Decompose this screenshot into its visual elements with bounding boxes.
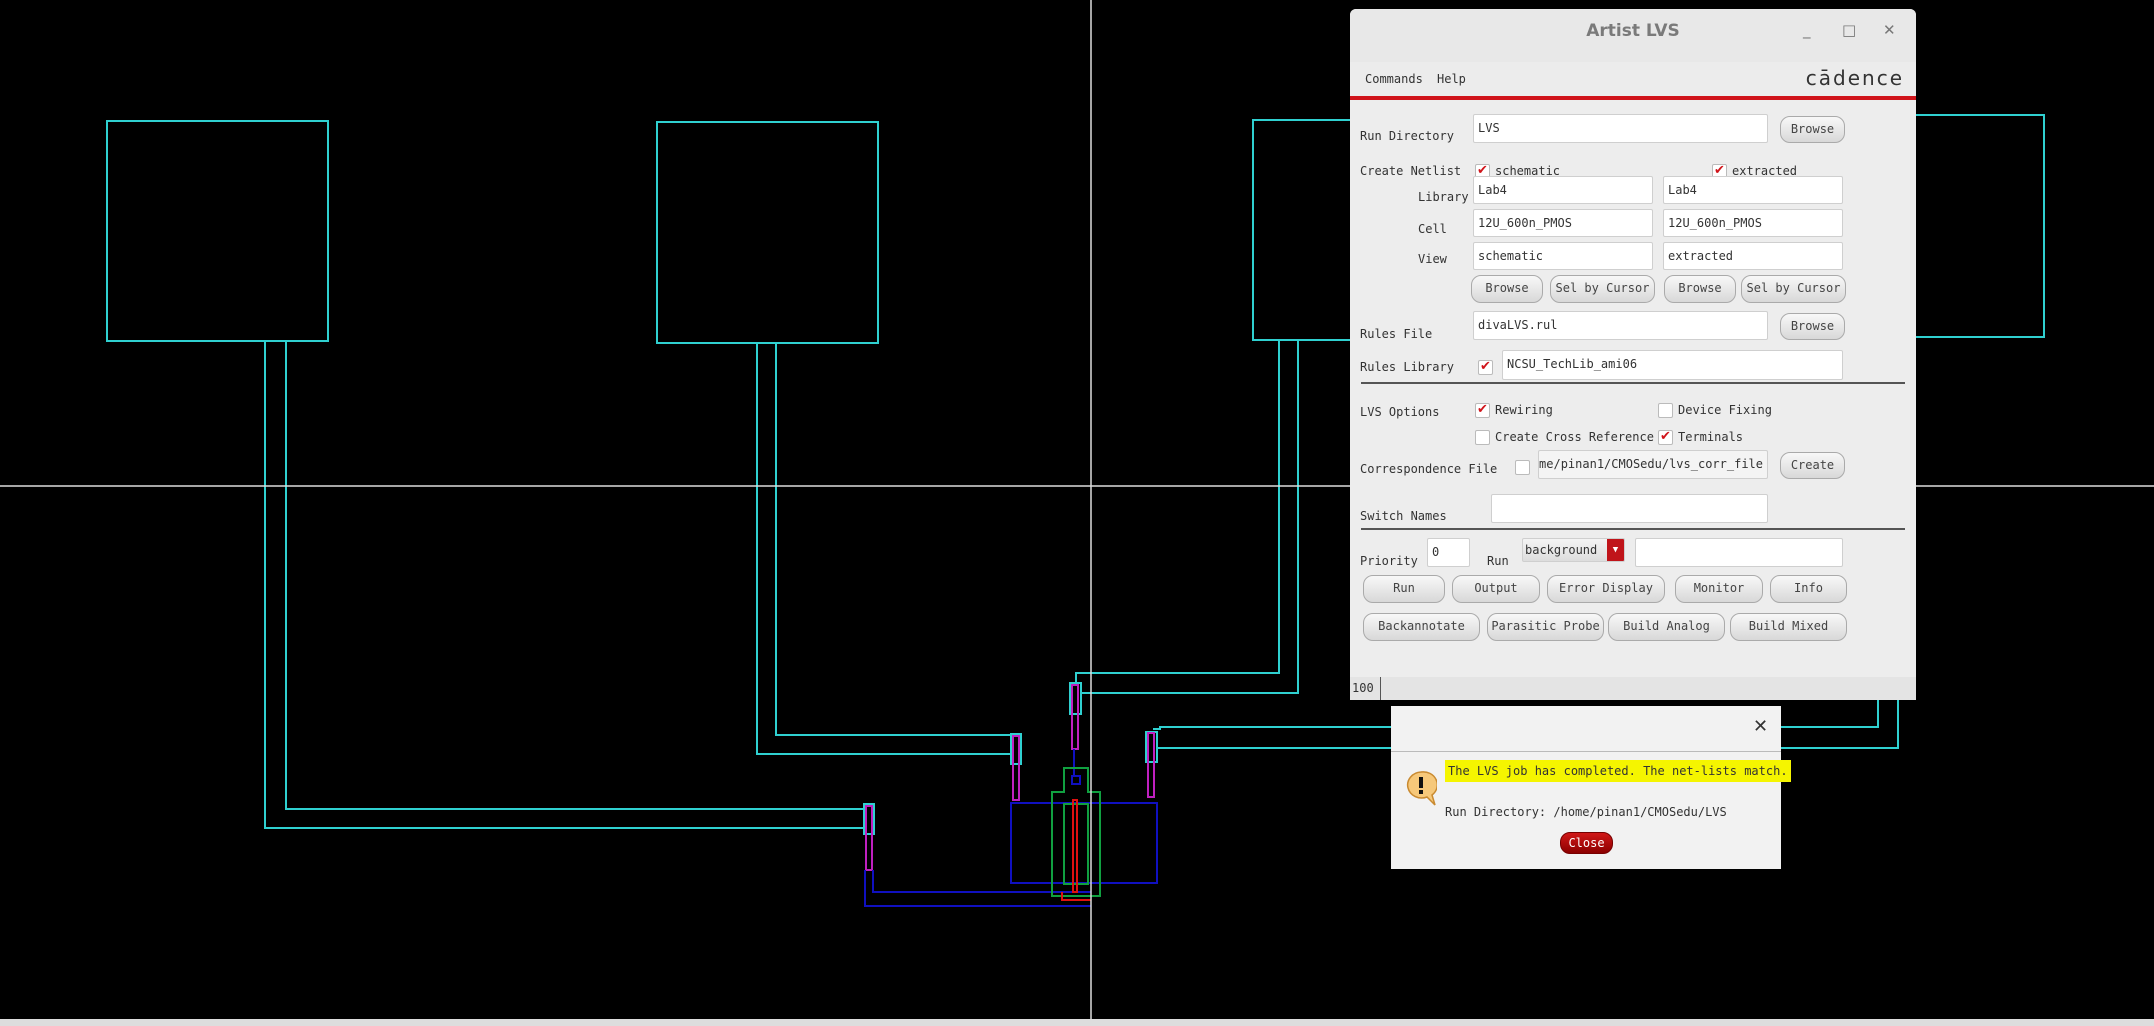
menu-commands[interactable]: Commands xyxy=(1365,72,1423,86)
lvs-complete-popup: ✕ The LVS job has completed. The net-lis… xyxy=(1391,706,1791,869)
run-directory-label: Run Directory xyxy=(1360,129,1454,143)
run-directory-browse-button[interactable]: Browse xyxy=(1780,116,1845,143)
status-value: 100 xyxy=(1352,681,1374,695)
run-directory-input[interactable]: LVS xyxy=(1473,114,1768,143)
cell-label: Cell xyxy=(1418,222,1447,236)
close-icon[interactable]: ✕ xyxy=(1883,21,1896,39)
extracted-view-input[interactable]: extracted xyxy=(1663,242,1843,270)
popup-message: The LVS job has completed. The net-lists… xyxy=(1445,760,1791,782)
run-mode-label: Run xyxy=(1487,554,1509,568)
correspondence-file-label: Correspondence File xyxy=(1360,462,1498,476)
wire xyxy=(775,343,1011,736)
run-mode-value: background xyxy=(1525,543,1598,557)
priority-label: Priority xyxy=(1360,554,1418,568)
maximize-icon[interactable]: □ xyxy=(1842,21,1856,39)
cross-reference-checkbox[interactable] xyxy=(1475,430,1490,445)
device-fixing-label: Device Fixing xyxy=(1678,403,1772,417)
wire xyxy=(1081,340,1299,694)
rewiring-label: Rewiring xyxy=(1495,403,1553,417)
backannotate-button[interactable]: Backannotate xyxy=(1363,613,1480,641)
correspondence-file-input[interactable]: home/pinan1/CMOSedu/lvs_corr_file xyxy=(1538,450,1768,479)
priority-input[interactable]: 0 xyxy=(1427,538,1470,567)
popup-run-directory: Run Directory: /home/pinan1/CMOSedu/LVS xyxy=(1445,805,1727,819)
rules-library-label: Rules Library xyxy=(1360,360,1454,374)
menu-bar: Commands Help cādence xyxy=(1350,62,1916,100)
rules-file-browse-button[interactable]: Browse xyxy=(1780,313,1845,340)
extracted-browse-button[interactable]: Browse xyxy=(1664,275,1736,303)
cadence-logo: cādence xyxy=(1805,66,1904,90)
terminals-checkbox[interactable]: ✔ xyxy=(1658,430,1673,445)
wire xyxy=(1075,340,1280,683)
extracted-cell-input[interactable]: 12U_600n_PMOS xyxy=(1663,209,1843,237)
divider xyxy=(1361,528,1905,530)
status-bar: 100 xyxy=(1350,677,1916,700)
bond-pad-2[interactable] xyxy=(656,121,879,344)
rules-library-checkbox[interactable]: ✔ xyxy=(1478,360,1493,375)
output-button[interactable]: Output xyxy=(1452,575,1540,603)
warning-icon xyxy=(1406,771,1437,806)
switch-names-label: Switch Names xyxy=(1360,509,1447,523)
rules-library-input[interactable]: NCSU_TechLib_ami06 xyxy=(1502,350,1843,380)
divider xyxy=(1391,751,1781,752)
menu-help[interactable]: Help xyxy=(1437,72,1466,86)
wire xyxy=(756,343,1011,755)
run-extra-input[interactable] xyxy=(1635,538,1843,567)
device-fixing-checkbox[interactable] xyxy=(1658,403,1673,418)
switch-names-input[interactable] xyxy=(1491,494,1768,523)
status-divider xyxy=(1380,677,1381,700)
create-netlist-label: Create Netlist xyxy=(1360,164,1462,178)
run-button[interactable]: Run xyxy=(1363,575,1445,603)
error-display-button[interactable]: Error Display xyxy=(1547,575,1665,603)
close-button[interactable]: Close xyxy=(1560,832,1613,854)
schematic-library-input[interactable]: Lab4 xyxy=(1473,176,1653,204)
window-title: Artist LVS xyxy=(1350,9,1916,63)
terminals-label: Terminals xyxy=(1678,430,1744,444)
parasitic-probe-button[interactable]: Parasitic Probe xyxy=(1487,613,1604,641)
chevron-down-icon[interactable]: ▼ xyxy=(1607,539,1624,561)
artist-lvs-dialog: Artist LVS _ □ ✕ Commands Help cādence R… xyxy=(1350,9,1916,700)
extracted-sel-by-cursor-button[interactable]: Sel by Cursor xyxy=(1741,275,1846,303)
build-mixed-button[interactable]: Build Mixed xyxy=(1730,613,1847,641)
rewiring-checkbox[interactable]: ✔ xyxy=(1475,403,1490,418)
schematic-view-input[interactable]: schematic xyxy=(1473,242,1653,270)
cross-reference-label: Create Cross Reference xyxy=(1495,430,1654,444)
divider xyxy=(1361,382,1905,384)
view-label: View xyxy=(1418,252,1447,266)
bond-pad-1[interactable] xyxy=(106,120,329,342)
schematic-sel-by-cursor-button[interactable]: Sel by Cursor xyxy=(1550,275,1655,303)
correspondence-checkbox[interactable] xyxy=(1515,460,1530,475)
bottom-bar xyxy=(0,1019,2154,1026)
library-label: Library xyxy=(1418,190,1469,204)
create-button[interactable]: Create xyxy=(1780,452,1845,479)
build-analog-button[interactable]: Build Analog xyxy=(1608,613,1725,641)
close-icon[interactable]: ✕ xyxy=(1753,716,1768,737)
extracted-library-input[interactable]: Lab4 xyxy=(1663,176,1843,204)
rules-file-input[interactable]: divaLVS.rul xyxy=(1473,311,1768,340)
lvs-options-label: LVS Options xyxy=(1360,405,1440,419)
metal1-layer xyxy=(864,749,1158,907)
bond-pad-4[interactable] xyxy=(1899,114,2045,338)
minimize-icon[interactable]: _ xyxy=(1803,21,1811,39)
run-mode-select[interactable]: background ▼ xyxy=(1522,538,1625,562)
rules-file-label: Rules File xyxy=(1360,327,1433,341)
info-button[interactable]: Info xyxy=(1770,575,1847,603)
wire xyxy=(285,341,864,810)
schematic-browse-button[interactable]: Browse xyxy=(1471,275,1543,303)
schematic-cell-input[interactable]: 12U_600n_PMOS xyxy=(1473,209,1653,237)
monitor-button[interactable]: Monitor xyxy=(1675,575,1763,603)
